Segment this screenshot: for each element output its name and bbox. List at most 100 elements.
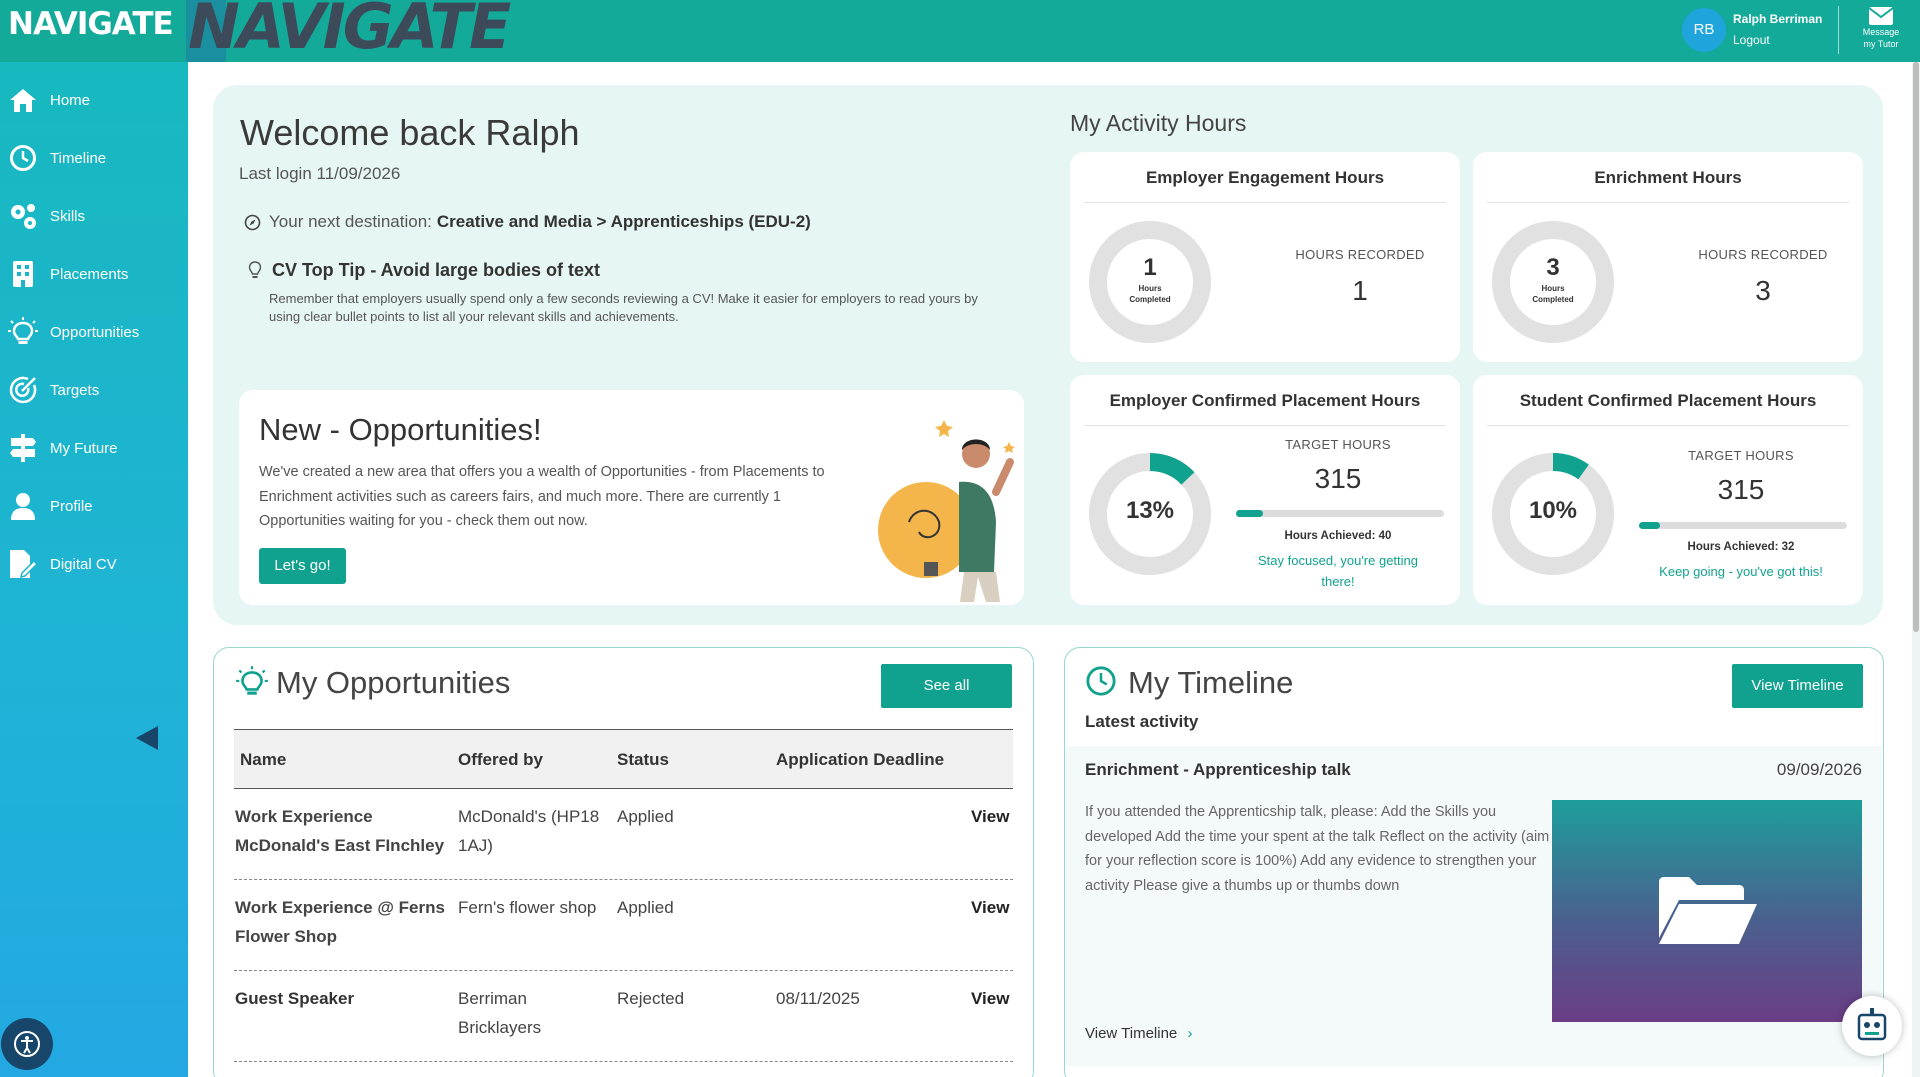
opportunity-name: Work Experience McDonald's East FInchley bbox=[235, 807, 445, 855]
sidebar-item-home[interactable]: Home bbox=[0, 74, 188, 126]
timeline-entry-image bbox=[1552, 800, 1862, 1022]
progress-bar bbox=[1236, 510, 1444, 517]
message-tutor-button[interactable]: Message my Tutor bbox=[1856, 4, 1906, 50]
divider bbox=[1084, 202, 1446, 203]
scrollbar-thumb[interactable] bbox=[1913, 62, 1919, 632]
card-title: Employer Confirmed Placement Hours bbox=[1109, 391, 1421, 410]
column-header-name[interactable]: Name bbox=[240, 750, 286, 770]
opportunity-name: Guest Speaker bbox=[235, 989, 355, 1008]
sidebar-item-my-future[interactable]: My Future bbox=[0, 422, 188, 474]
divider bbox=[1084, 425, 1446, 426]
cv-edit-icon bbox=[6, 547, 40, 581]
status: Applied bbox=[617, 898, 674, 917]
status: Applied bbox=[617, 807, 674, 826]
opportunities-table-header: Name Offered by Status Application Deadl… bbox=[234, 729, 1013, 789]
timeline-entry[interactable]: Enrichment - Apprenticeship talk 09/09/2… bbox=[1065, 746, 1882, 1066]
column-header-offered-by[interactable]: Offered by bbox=[458, 750, 543, 770]
view-link[interactable]: View bbox=[971, 893, 1009, 922]
new-opportunities-body: We've created a new area that offers you… bbox=[259, 464, 825, 529]
divider bbox=[1838, 6, 1839, 54]
donut-value: 1 bbox=[1143, 254, 1157, 281]
donut-caption: Completed bbox=[1532, 295, 1574, 304]
view-link[interactable]: View bbox=[971, 984, 1009, 1013]
see-all-button[interactable]: See all bbox=[881, 664, 1012, 708]
hours-recorded-value: 3 bbox=[1755, 275, 1771, 306]
timeline-entry-date: 09/09/2026 bbox=[1776, 760, 1862, 779]
offered-by: Fern's flower shop bbox=[458, 898, 597, 917]
envelope-icon bbox=[1868, 7, 1894, 25]
lets-go-button[interactable]: Let's go! bbox=[259, 548, 346, 584]
table-row: Guest Speaker Berriman Bricklayers Reject… bbox=[234, 971, 1013, 1062]
enrichment-card: Enrichment Hours 3 Hours Completed HOURS… bbox=[1473, 152, 1863, 362]
column-header-deadline[interactable]: Application Deadline bbox=[776, 750, 944, 770]
sidebar-item-label: Home bbox=[50, 91, 91, 109]
sidebar-item-label: Placements bbox=[50, 265, 129, 283]
target-icon bbox=[6, 373, 40, 407]
welcome-title: Welcome back Ralph bbox=[240, 112, 580, 153]
offered-by: Berriman Bricklayers bbox=[458, 989, 542, 1037]
progress-bar bbox=[1639, 522, 1847, 529]
cv-tip-title-text: CV Top Tip - Avoid large bodies of text bbox=[272, 260, 601, 280]
donut-value: 3 bbox=[1546, 254, 1560, 281]
table-row: Work Experience McDonald's East FInchley … bbox=[234, 789, 1013, 880]
cv-tip-title: CV Top Tip - Avoid large bodies of text bbox=[248, 260, 600, 281]
view-link[interactable]: View bbox=[971, 802, 1009, 831]
encouragement-text: Stay focused, you're getting there! bbox=[1257, 553, 1419, 589]
target-hours-value: 315 bbox=[1717, 474, 1765, 505]
target-hours-label: TARGET HOURS bbox=[1688, 448, 1794, 463]
sidebar-item-digital-cv[interactable]: Digital CV bbox=[0, 538, 188, 590]
folder-open-icon bbox=[1659, 877, 1757, 944]
cogs-icon bbox=[6, 199, 40, 233]
donut-caption: Completed bbox=[1129, 295, 1171, 304]
scrollbar[interactable] bbox=[1912, 62, 1920, 1077]
column-header-status[interactable]: Status bbox=[617, 750, 669, 770]
card-title: Student Confirmed Placement Hours bbox=[1519, 391, 1817, 410]
sidebar-item-timeline[interactable]: Timeline bbox=[0, 132, 188, 184]
view-timeline-button[interactable]: View Timeline bbox=[1732, 664, 1863, 708]
sidebar-item-label: Profile bbox=[50, 497, 93, 515]
sidebar-item-label: Skills bbox=[50, 207, 86, 225]
view-timeline-link[interactable]: View Timeline › bbox=[1085, 1025, 1192, 1042]
building-icon bbox=[6, 257, 40, 291]
new-opportunities-card: New - Opportunities! We've created a new… bbox=[239, 390, 1024, 605]
employer-engagement-card: Employer Engagement Hours 1 Hours Comple… bbox=[1070, 152, 1460, 362]
signpost-icon bbox=[6, 431, 40, 465]
sidebar-item-skills[interactable]: Skills bbox=[0, 190, 188, 242]
tutor-label: my Tutor bbox=[1863, 39, 1899, 49]
lightbulb-icon bbox=[6, 315, 40, 349]
my-timeline-title: My Timeline bbox=[1128, 665, 1294, 700]
avatar[interactable]: RB bbox=[1682, 8, 1726, 52]
sidebar-item-label: My Future bbox=[50, 439, 118, 457]
collapse-sidebar-button[interactable] bbox=[136, 726, 158, 750]
logout-link[interactable]: Logout bbox=[1733, 33, 1770, 47]
accessibility-button[interactable] bbox=[1, 1018, 53, 1070]
clock-icon bbox=[1086, 666, 1116, 696]
sidebar-item-targets[interactable]: Targets bbox=[0, 364, 188, 416]
lightbulb-icon bbox=[236, 666, 268, 695]
table-row: Work Experience @ Ferns Flower Shop Fern'… bbox=[234, 880, 1013, 971]
hours-recorded-value: 1 bbox=[1352, 275, 1368, 306]
new-opportunities-title: New - Opportunities! bbox=[259, 412, 542, 447]
clock-icon bbox=[6, 141, 40, 175]
sidebar-item-opportunities[interactable]: Opportunities bbox=[0, 306, 188, 358]
progress-donut: 10% bbox=[1491, 452, 1615, 576]
last-login: Last login 11/09/2026 bbox=[239, 164, 401, 183]
hours-donut: 3 Hours Completed bbox=[1491, 220, 1615, 344]
chatbot-button[interactable] bbox=[1842, 996, 1902, 1056]
sidebar-item-profile[interactable]: Profile bbox=[0, 480, 188, 532]
view-timeline-link-label: View Timeline bbox=[1085, 1025, 1178, 1042]
sidebar-item-placements[interactable]: Placements bbox=[0, 248, 188, 300]
user-icon bbox=[6, 489, 40, 523]
brand-logo[interactable]: NAVIGATE bbox=[8, 6, 174, 42]
activity-hours-title: My Activity Hours bbox=[1070, 110, 1247, 136]
hours-recorded-label: HOURS RECORDED bbox=[1295, 247, 1425, 262]
encouragement-text: Keep going - you've got this! bbox=[1659, 564, 1823, 579]
person-lightbulb-illustration bbox=[878, 420, 1015, 602]
donut-percent: 10% bbox=[1528, 497, 1578, 524]
status: Rejected bbox=[617, 989, 685, 1008]
target-hours-label: TARGET HOURS bbox=[1285, 437, 1391, 452]
hours-recorded-label: HOURS RECORDED bbox=[1698, 247, 1828, 262]
divider bbox=[1487, 425, 1849, 426]
next-destination: Your next destination: Creative and Medi… bbox=[244, 212, 811, 232]
lightbulb-icon bbox=[248, 261, 262, 278]
